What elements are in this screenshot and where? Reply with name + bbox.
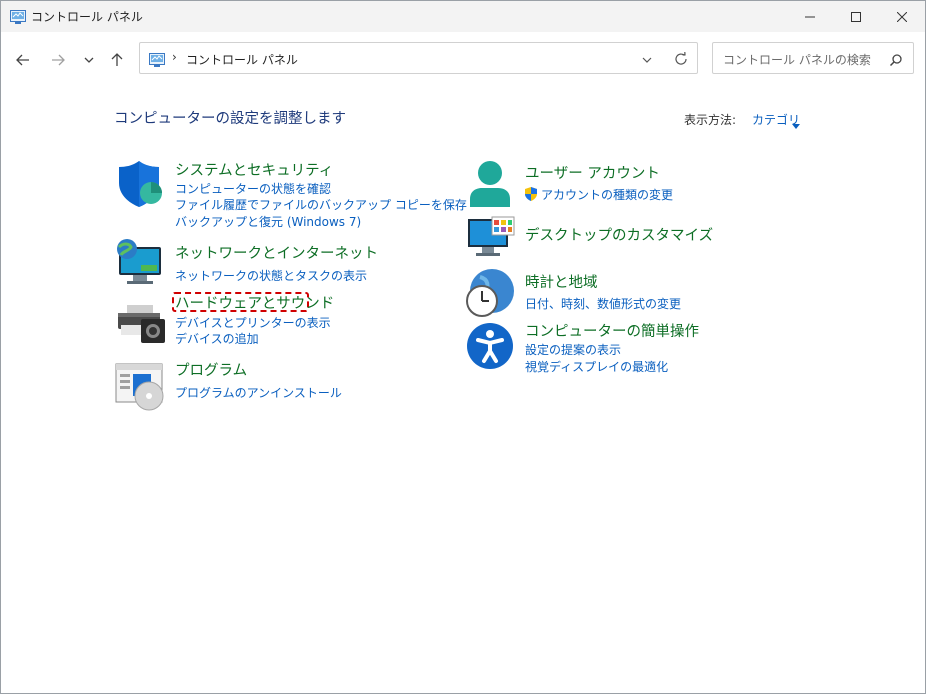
minimize-button[interactable]	[787, 1, 833, 32]
up-button[interactable]	[105, 48, 129, 72]
navigation-bar: › コントロール パネル コントロール パネルの検索	[1, 32, 925, 86]
link-backup-restore[interactable]: バックアップと復元 (Windows 7)	[175, 213, 361, 230]
address-bar[interactable]: › コントロール パネル	[139, 42, 698, 74]
user-account-icon[interactable]	[466, 159, 516, 209]
programs-icon[interactable]	[115, 362, 165, 412]
chevron-down-icon	[84, 57, 94, 63]
address-dropdown-button[interactable]	[640, 52, 654, 66]
arrow-up-icon	[111, 53, 123, 66]
link-change-account-type[interactable]: アカウントの種類の変更	[541, 186, 673, 203]
control-panel-icon	[10, 9, 26, 24]
title-bar: コントロール パネル	[1, 1, 925, 32]
link-add-device[interactable]: デバイスの追加	[175, 330, 259, 347]
uac-shield-icon	[524, 186, 538, 201]
chevron-down-icon	[642, 57, 652, 63]
page-heading: コンピューターの設定を調整します	[114, 111, 346, 127]
desktop-monitor-icon[interactable]	[466, 215, 516, 265]
close-icon	[897, 11, 907, 22]
link-file-history-backup[interactable]: ファイル履歴でファイルのバックアップ コピーを保存	[175, 196, 467, 213]
back-button[interactable]	[11, 48, 35, 72]
control-panel-icon	[149, 52, 165, 67]
link-check-computer-status[interactable]: コンピューターの状態を確認	[175, 180, 331, 197]
arrow-left-icon	[16, 54, 29, 66]
search-input[interactable]: コントロール パネルの検索	[723, 51, 871, 68]
shield-icon[interactable]	[115, 161, 165, 211]
category-programs[interactable]: プログラム	[175, 359, 247, 380]
minimize-icon	[805, 16, 815, 17]
category-user-accounts[interactable]: ユーザー アカウント	[525, 162, 660, 183]
category-clock-region[interactable]: 時計と地域	[525, 271, 598, 292]
forward-button[interactable]	[46, 48, 70, 72]
maximize-button[interactable]	[833, 1, 879, 32]
link-network-status[interactable]: ネットワークの状態とタスクの表示	[175, 267, 367, 284]
close-button[interactable]	[879, 1, 925, 32]
refresh-icon	[675, 51, 687, 65]
window-title: コントロール パネル	[31, 10, 143, 24]
link-optimize-visual-display[interactable]: 視覚ディスプレイの最適化	[525, 358, 668, 375]
link-devices-printers[interactable]: デバイスとプリンターの表示	[175, 314, 331, 331]
link-uninstall-program[interactable]: プログラムのアンインストール	[175, 384, 342, 401]
dropdown-arrow-icon[interactable]	[792, 115, 800, 129]
maximize-icon	[851, 11, 861, 22]
control-panel-window: コントロール パネル › コントロール パネル コントロール パネルの検索 コン…	[0, 0, 926, 694]
category-hardware-sound[interactable]: ハードウェアとサウンド	[175, 292, 334, 313]
view-by-label: 表示方法:	[684, 113, 737, 127]
arrow-right-icon	[52, 54, 65, 66]
category-desktop-customization[interactable]: デスクトップのカスタマイズ	[525, 224, 713, 245]
clock-globe-icon[interactable]	[466, 269, 516, 319]
breadcrumb-control-panel[interactable]: コントロール パネル	[186, 51, 298, 68]
accessibility-icon[interactable]	[466, 322, 516, 372]
breadcrumb-separator[interactable]: ›	[172, 50, 177, 64]
search-box[interactable]: コントロール パネルの検索	[712, 42, 914, 74]
printer-icon[interactable]	[115, 301, 165, 351]
link-suggested-settings[interactable]: 設定の提案の表示	[525, 341, 621, 358]
category-network-internet[interactable]: ネットワークとインターネット	[175, 242, 378, 263]
category-system-security[interactable]: システムとセキュリティ	[175, 159, 333, 180]
network-globe-icon[interactable]	[115, 239, 165, 289]
recent-locations-button[interactable]	[77, 48, 101, 72]
search-icon[interactable]	[889, 52, 903, 67]
link-change-date-time-format[interactable]: 日付、時刻、数値形式の変更	[525, 295, 681, 312]
category-ease-of-access[interactable]: コンピューターの簡単操作	[525, 320, 699, 341]
refresh-button[interactable]	[673, 51, 689, 67]
